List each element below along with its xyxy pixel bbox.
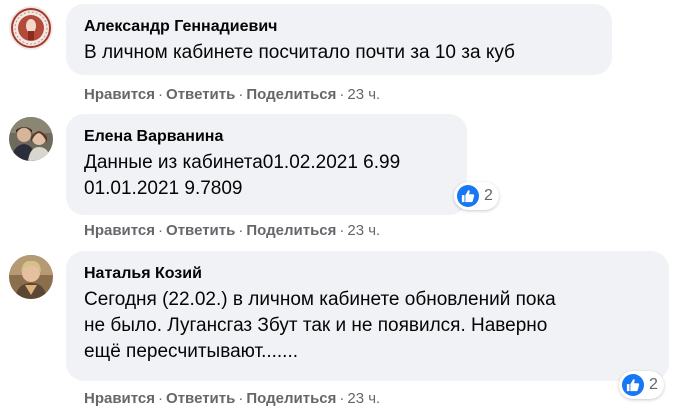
comment-timestamp[interactable]: 23 ч. (347, 222, 380, 239)
reaction-summary[interactable]: 2 (619, 371, 664, 399)
reaction-summary[interactable]: 2 (454, 182, 499, 210)
comment-timestamp[interactable]: 23 ч. (347, 390, 380, 407)
comment-author[interactable]: Александр Геннадиевич (84, 17, 595, 37)
like-icon (457, 185, 479, 207)
share-button[interactable]: Поделиться (246, 86, 336, 103)
share-button[interactable]: Поделиться (246, 390, 336, 407)
emblem-avatar-image (9, 6, 53, 50)
reaction-count: 2 (649, 376, 658, 393)
separator: · (238, 390, 244, 407)
like-button[interactable]: Нравится (84, 86, 155, 103)
comment-bubble: Александр Геннадиевич В личном кабинете … (66, 4, 612, 75)
avatar[interactable] (9, 117, 53, 161)
comment-author[interactable]: Елена Варванина (84, 127, 450, 147)
reply-button[interactable]: Ответить (166, 390, 235, 407)
like-button[interactable]: Нравится (84, 390, 155, 407)
separator: · (339, 86, 345, 103)
separator: · (238, 222, 244, 239)
reaction-count: 2 (484, 187, 493, 204)
reply-button[interactable]: Ответить (166, 222, 235, 239)
like-button[interactable]: Нравится (84, 222, 155, 239)
comment-author[interactable]: Наталья Козий (84, 264, 652, 284)
separator: · (339, 390, 345, 407)
avatar[interactable] (9, 255, 53, 299)
avatar[interactable] (9, 6, 53, 50)
like-icon (622, 374, 644, 396)
comment-actions: Нравится · Ответить · Поделиться · 23 ч. (84, 86, 380, 104)
comment-actions: Нравится · Ответить · Поделиться · 23 ч. (84, 222, 380, 240)
share-button[interactable]: Поделиться (246, 222, 336, 239)
comment-actions: Нравится · Ответить · Поделиться · 23 ч. (84, 390, 380, 408)
comment-text: Сегодня (22.02.) в личном кабинете обнов… (84, 289, 556, 362)
comment-timestamp[interactable]: 23 ч. (347, 86, 380, 103)
separator: · (339, 222, 345, 239)
photo-avatar-image (9, 117, 53, 161)
separator: · (158, 222, 164, 239)
comment-text: В личном кабинете посчитало почти за 10 … (84, 42, 515, 63)
separator: · (158, 390, 164, 407)
photo-avatar-image (9, 255, 53, 299)
reply-button[interactable]: Ответить (166, 86, 235, 103)
separator: · (238, 86, 244, 103)
comment-bubble: Елена Варванина Данные из кабинета01.02.… (66, 114, 467, 215)
comment-bubble: Наталья Козий Сегодня (22.02.) в личном … (66, 251, 669, 381)
comment-text: Данные из кабинета01.02.2021 6.99 01.01.… (84, 152, 401, 199)
separator: · (158, 86, 164, 103)
